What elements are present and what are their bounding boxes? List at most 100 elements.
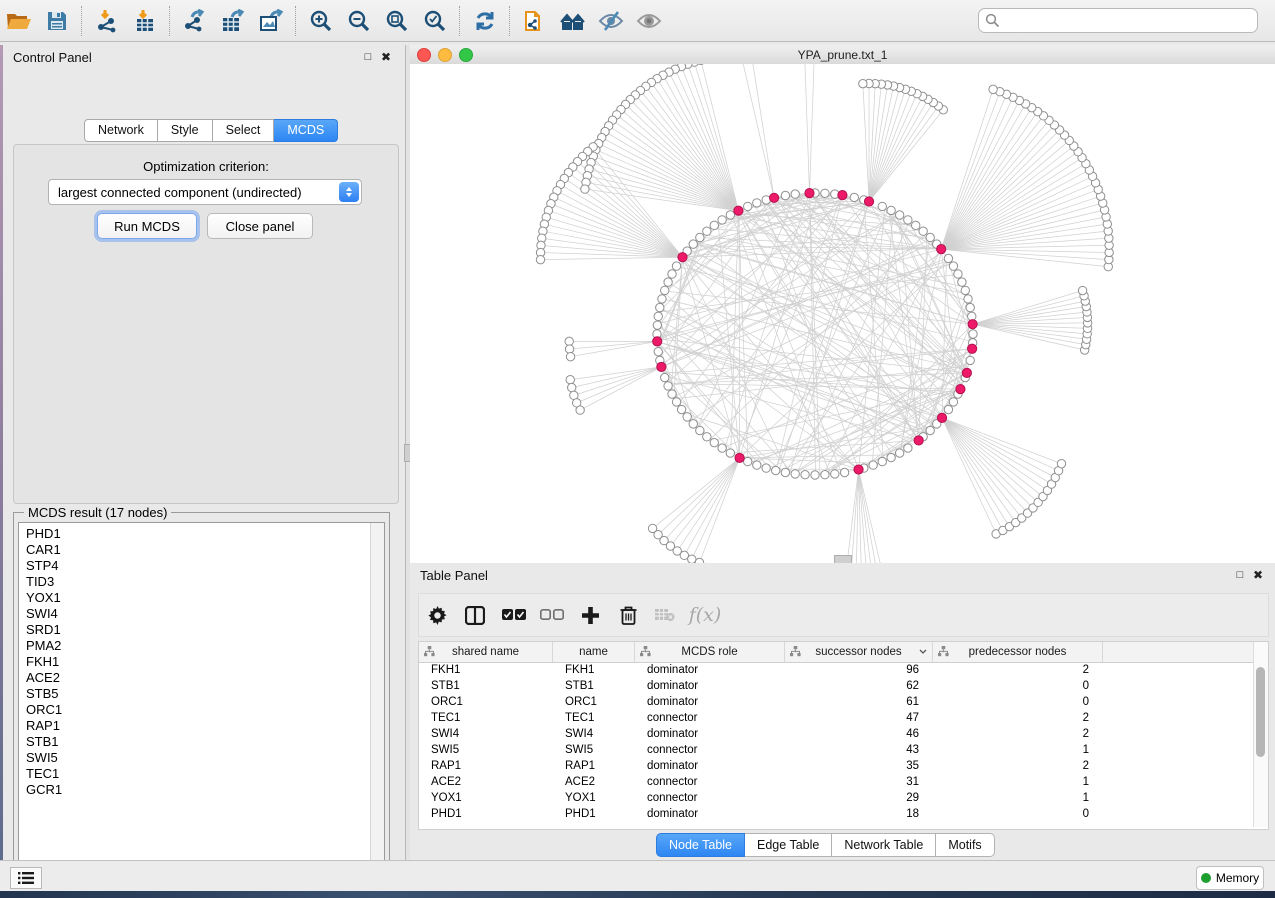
mcds-result-list[interactable]: PHD1CAR1STP4TID3YOX1SWI4SRD1PMA2FKH1ACE2… [18, 522, 385, 880]
column-header-MCDS-role[interactable]: MCDS role [635, 642, 785, 662]
memory-status-icon [1201, 873, 1211, 883]
zoom-selected-icon[interactable] [416, 4, 454, 38]
delete-column-icon[interactable] [609, 598, 647, 632]
mcds-result-item[interactable]: SWI5 [26, 750, 384, 766]
table-cell: TEC1 [419, 712, 553, 724]
network-canvas[interactable] [410, 64, 1275, 563]
tab-style[interactable]: Style [158, 119, 213, 142]
open-file-icon[interactable] [0, 4, 38, 38]
memory-button[interactable]: Memory [1196, 866, 1264, 890]
table-cell: RAP1 [419, 760, 553, 772]
mcds-result-item[interactable]: TID3 [26, 574, 384, 590]
zoom-fit-icon[interactable] [378, 4, 416, 38]
mcds-result-item[interactable]: GCR1 [26, 782, 384, 798]
optimization-criterion-select[interactable]: largest connected component (undirected) [48, 179, 362, 205]
import-table-icon[interactable] [126, 4, 164, 38]
table-row[interactable]: SWI5SWI5connector431 [419, 742, 1253, 758]
mcds-result-item[interactable]: STP4 [26, 558, 384, 574]
close-panel-icon[interactable]: ✖ [1249, 567, 1267, 583]
table-row[interactable]: TEC1TEC1connector472 [419, 710, 1253, 726]
deselect-all-icon[interactable] [533, 598, 571, 632]
table-row[interactable]: STB1STB1dominator620 [419, 678, 1253, 694]
tab-select[interactable]: Select [213, 119, 275, 142]
show-all-icon[interactable] [630, 4, 668, 38]
network-window-titlebar[interactable]: YPA_prune.txt_1 [410, 45, 1275, 65]
mcds-result-item[interactable]: YOX1 [26, 590, 384, 606]
column-layout-icon[interactable] [455, 598, 495, 632]
export-image-icon[interactable] [252, 4, 290, 38]
table-row[interactable]: ORC1ORC1dominator610 [419, 694, 1253, 710]
control-panel-titlebar: Control Panel □ ✖ [3, 45, 405, 69]
mcds-result-item[interactable]: ORC1 [26, 702, 384, 718]
mcds-list-scrollbar[interactable] [370, 523, 384, 879]
search-icon [985, 13, 1000, 28]
float-window-icon[interactable]: □ [359, 49, 377, 65]
table-cell: 2 [933, 760, 1103, 772]
table-row[interactable]: YOX1YOX1connector291 [419, 790, 1253, 806]
scrollbar-thumb[interactable] [1256, 667, 1265, 757]
mcds-result-item[interactable]: CAR1 [26, 542, 384, 558]
export-network-icon[interactable] [176, 4, 214, 38]
table-toolbar: f(x) [418, 593, 1269, 637]
mcds-tab-content: Optimization criterion: largest connecte… [13, 144, 399, 504]
task-history-button[interactable] [10, 867, 42, 889]
table-cell: PHD1 [553, 808, 635, 820]
table-row[interactable]: ACE2ACE2connector311 [419, 774, 1253, 790]
node-table-header[interactable]: shared name nameMCDS rolesuccessor nodesp… [419, 642, 1253, 663]
table-row[interactable]: RAP1RAP1dominator352 [419, 758, 1253, 774]
tab-mcds[interactable]: MCDS [274, 119, 338, 142]
new-network-from-selection-icon[interactable] [516, 4, 554, 38]
close-panel-button[interactable]: Close panel [207, 213, 313, 239]
table-cell: connector [635, 776, 785, 788]
zoom-out-icon[interactable] [340, 4, 378, 38]
column-header-label: shared name [452, 646, 519, 658]
node-table-scrollbar[interactable] [1253, 642, 1268, 827]
mcds-result-item[interactable]: PMA2 [26, 638, 384, 654]
mcds-result-item[interactable]: FKH1 [26, 654, 384, 670]
import-network-icon[interactable] [88, 4, 126, 38]
network-graph[interactable] [410, 64, 1275, 563]
mcds-result-item[interactable]: SWI4 [26, 606, 384, 622]
save-session-icon[interactable] [38, 4, 76, 38]
column-header-name[interactable]: name [553, 642, 635, 662]
close-panel-icon[interactable]: ✖ [377, 49, 395, 65]
table-row[interactable]: FKH1FKH1dominator962 [419, 662, 1253, 678]
mcds-result-item[interactable]: STB1 [26, 734, 384, 750]
tab-node-table[interactable]: Node Table [656, 833, 745, 857]
tab-network[interactable]: Network [84, 119, 158, 142]
table-cell: 35 [785, 760, 933, 772]
mcds-result-item[interactable]: ACE2 [26, 670, 384, 686]
tab-network-table[interactable]: Network Table [832, 833, 936, 857]
node-table-rows[interactable]: FKH1FKH1dominator962STB1STB1dominator620… [419, 662, 1253, 822]
hide-selected-icon[interactable] [592, 4, 630, 38]
table-row[interactable]: SWI4SWI4dominator462 [419, 726, 1253, 742]
column-header-shared-name[interactable]: shared name [419, 642, 553, 662]
first-neighbors-icon[interactable] [554, 4, 592, 38]
table-settings-icon[interactable] [419, 598, 455, 632]
tab-motifs[interactable]: Motifs [936, 833, 994, 857]
add-column-icon[interactable] [571, 598, 609, 632]
table-cell: ORC1 [419, 696, 553, 708]
mcds-result-item[interactable]: SRD1 [26, 622, 384, 638]
column-header-predecessor-nodes[interactable]: predecessor nodes [933, 642, 1103, 662]
table-cell: 61 [785, 696, 933, 708]
table-cell: YOX1 [553, 792, 635, 804]
mcds-result-item[interactable]: PHD1 [26, 526, 384, 542]
table-row[interactable]: PHD1PHD1dominator180 [419, 806, 1253, 822]
run-mcds-button[interactable]: Run MCDS [97, 213, 197, 239]
column-header-successor-nodes[interactable]: successor nodes [785, 642, 933, 662]
tab-edge-table[interactable]: Edge Table [745, 833, 832, 857]
table-cell: ACE2 [553, 776, 635, 788]
search-input[interactable] [978, 8, 1258, 33]
table-cell: SWI4 [419, 728, 553, 740]
table-cell: STB1 [419, 680, 553, 692]
export-table-icon[interactable] [214, 4, 252, 38]
float-window-icon[interactable]: □ [1231, 567, 1249, 583]
select-all-check-icon[interactable] [495, 598, 533, 632]
mcds-result-item[interactable]: STB5 [26, 686, 384, 702]
mcds-result-item[interactable]: TEC1 [26, 766, 384, 782]
zoom-in-icon[interactable] [302, 4, 340, 38]
refresh-layout-icon[interactable] [466, 4, 504, 38]
table-cell: FKH1 [419, 664, 553, 676]
mcds-result-item[interactable]: RAP1 [26, 718, 384, 734]
